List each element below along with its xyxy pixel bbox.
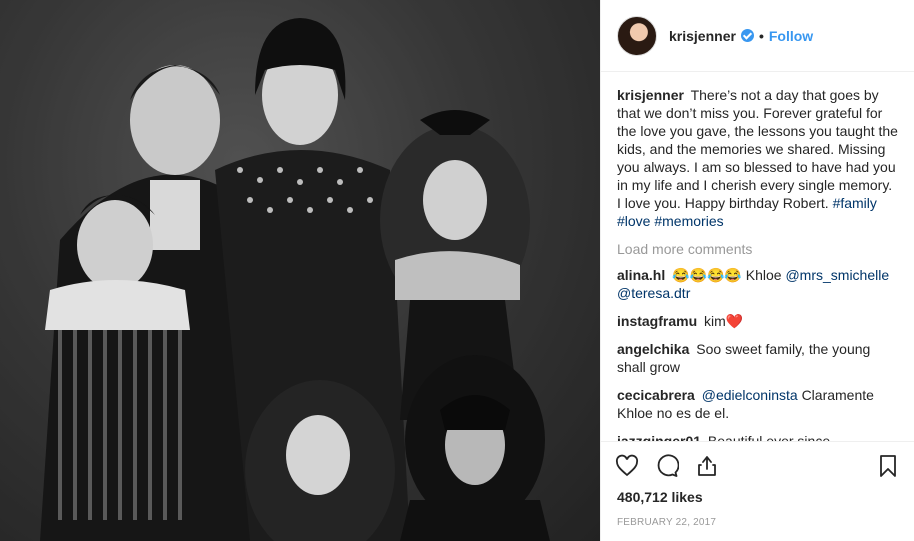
comment-item: angelchika Soo sweet family, the young s… bbox=[617, 340, 898, 376]
caption-text: There’s not a day that goes by that we d… bbox=[617, 87, 898, 211]
likes-count[interactable]: 480,712 likes bbox=[601, 489, 914, 511]
avatar[interactable] bbox=[617, 15, 657, 56]
hashtag-memories[interactable]: #memories bbox=[654, 213, 723, 229]
hashtag-family[interactable]: #family bbox=[833, 195, 877, 211]
share-icon[interactable] bbox=[693, 452, 721, 480]
post-date: FEBRUARY 22, 2017 bbox=[617, 517, 717, 528]
comment-item: alina.hl 😂😂😂😂 Khloe @mrs_smichelle @tere… bbox=[617, 266, 898, 302]
family-portrait-image bbox=[0, 0, 600, 541]
instagram-post: krisjenner • Follow krisjenner There’s n… bbox=[0, 0, 914, 541]
action-bar bbox=[601, 441, 914, 489]
post-photo[interactable] bbox=[0, 0, 600, 541]
comment-mention[interactable]: @teresa.dtr bbox=[617, 285, 690, 301]
comments-list[interactable]: krisjenner There’s not a day that goes b… bbox=[601, 72, 914, 441]
comment-icon[interactable] bbox=[653, 452, 681, 480]
post-header: krisjenner • Follow bbox=[601, 0, 914, 72]
comment-mention[interactable]: @edielconinsta bbox=[702, 387, 798, 403]
header-separator: • bbox=[758, 27, 764, 44]
comment-item: cecicabrera @edielconinsta Claramente Kh… bbox=[617, 386, 898, 422]
bookmark-icon[interactable] bbox=[874, 452, 902, 480]
comment-item: jazzginger01 Beautiful ever since bbox=[617, 432, 898, 441]
comment-username[interactable]: cecicabrera bbox=[617, 387, 695, 403]
header-username-text[interactable]: krisjenner bbox=[669, 28, 736, 44]
comment-text: Beautiful ever since bbox=[707, 433, 831, 441]
verified-badge-icon bbox=[740, 28, 754, 42]
comment-text: kim❤️ bbox=[704, 313, 744, 329]
post-side-panel: krisjenner • Follow krisjenner There’s n… bbox=[600, 0, 914, 541]
header-username[interactable]: krisjenner bbox=[669, 28, 754, 44]
comment-item: instagframu kim❤️ bbox=[617, 312, 898, 330]
caption: krisjenner There’s not a day that goes b… bbox=[617, 86, 898, 230]
comment-username[interactable]: jazzginger01 bbox=[617, 433, 701, 441]
comment-username[interactable]: instagframu bbox=[617, 313, 697, 329]
comment-username[interactable]: alina.hl bbox=[617, 267, 665, 283]
hashtag-love[interactable]: #love bbox=[617, 213, 650, 229]
caption-username[interactable]: krisjenner bbox=[617, 87, 684, 103]
comment-mention[interactable]: @mrs_smichelle bbox=[785, 267, 889, 283]
load-more-comments-link[interactable]: Load more comments bbox=[617, 240, 898, 258]
comment-username[interactable]: angelchika bbox=[617, 341, 689, 357]
heart-icon[interactable] bbox=[613, 452, 641, 480]
comment-text: 😂😂😂😂 Khloe bbox=[672, 267, 782, 283]
follow-button[interactable]: Follow bbox=[769, 28, 813, 44]
